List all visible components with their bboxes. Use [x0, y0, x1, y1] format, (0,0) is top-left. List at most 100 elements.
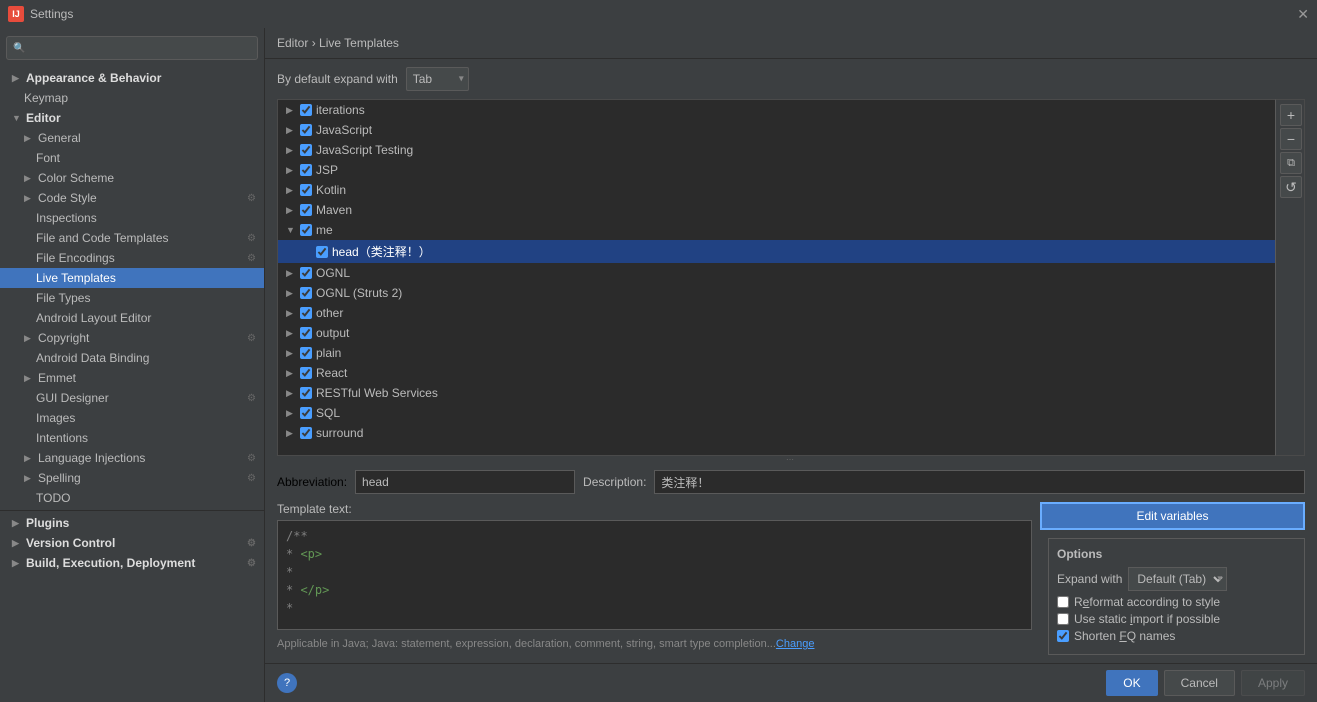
template-text-label: Template text: — [277, 502, 1032, 516]
chevron-right-icon: ▶ — [286, 308, 296, 319]
list-item[interactable]: ▶ RESTful Web Services — [278, 383, 1275, 403]
applicable-change-link[interactable]: Change — [776, 638, 815, 650]
code-line: * <p> — [286, 545, 1023, 563]
chevron-right-icon: ▶ — [24, 173, 34, 184]
template-checkbox[interactable] — [300, 427, 312, 439]
chevron-right-icon: ▶ — [286, 428, 296, 439]
list-item[interactable]: ▶ output — [278, 323, 1275, 343]
apply-button[interactable]: Apply — [1241, 670, 1305, 696]
sidebar-item-images[interactable]: Images — [0, 408, 264, 428]
reformat-checkbox[interactable] — [1057, 596, 1069, 608]
list-item[interactable]: ▼ me — [278, 220, 1275, 240]
sidebar-item-android-data[interactable]: Android Data Binding — [0, 348, 264, 368]
static-import-checkbox[interactable] — [1057, 613, 1069, 625]
cancel-button[interactable]: Cancel — [1164, 670, 1235, 696]
reformat-label[interactable]: Reformat according to style — [1074, 595, 1220, 609]
template-checkbox[interactable] — [300, 407, 312, 419]
chevron-right-icon: ▶ — [12, 518, 22, 529]
edit-variables-button[interactable]: Edit variables — [1040, 502, 1305, 530]
sidebar-item-spelling[interactable]: ▶ Spelling ⚙ — [0, 468, 264, 488]
template-checkbox[interactable] — [300, 267, 312, 279]
sidebar-item-file-code-templates[interactable]: File and Code Templates ⚙ — [0, 228, 264, 248]
sidebar-item-appearance[interactable]: ▶ Appearance & Behavior — [0, 68, 264, 88]
template-checkbox[interactable] — [300, 367, 312, 379]
list-item[interactable]: ▶ React — [278, 363, 1275, 383]
sidebar-item-version-control[interactable]: ▶ Version Control ⚙ — [0, 533, 264, 553]
shorten-checkbox[interactable] — [1057, 630, 1069, 642]
list-item[interactable]: ▶ OGNL — [278, 263, 1275, 283]
template-label: head（类注释！） — [332, 243, 431, 260]
close-icon[interactable]: ✕ — [1297, 6, 1309, 23]
sidebar-item-keymap[interactable]: Keymap — [0, 88, 264, 108]
abbrev-input[interactable]: head — [355, 470, 575, 494]
sidebar-item-file-encodings[interactable]: File Encodings ⚙ — [0, 248, 264, 268]
template-code-area[interactable]: /** * <p> * * </p> * — [277, 520, 1032, 630]
template-checkbox[interactable] — [300, 387, 312, 399]
search-box[interactable]: 🔍 — [6, 36, 258, 60]
list-item[interactable]: ▶ plain — [278, 343, 1275, 363]
template-checkbox[interactable] — [300, 347, 312, 359]
static-import-label[interactable]: Use static import if possible — [1074, 612, 1220, 626]
sidebar-item-color-scheme[interactable]: ▶ Color Scheme — [0, 168, 264, 188]
sidebar-item-plugins[interactable]: ▶ Plugins — [0, 513, 264, 533]
template-label: other — [316, 306, 343, 320]
template-label: plain — [316, 346, 341, 360]
template-checkbox[interactable] — [300, 104, 312, 116]
sidebar-item-code-style[interactable]: ▶ Code Style ⚙ — [0, 188, 264, 208]
list-item[interactable]: ▶ Kotlin — [278, 180, 1275, 200]
sidebar-item-gui-designer[interactable]: GUI Designer ⚙ — [0, 388, 264, 408]
sidebar-item-live-templates[interactable]: Live Templates — [0, 268, 264, 288]
templates-list[interactable]: ▶ iterations ▶ JavaScript ▶ JavaScr — [277, 99, 1275, 456]
sidebar-item-editor[interactable]: ▼ Editor — [0, 108, 264, 128]
expand-select-wrapper[interactable]: Tab Space Enter — [406, 67, 469, 91]
template-checkbox[interactable] — [300, 287, 312, 299]
expand-with-select[interactable]: Default (Tab) Tab Space Enter — [1128, 567, 1227, 591]
sidebar-item-font[interactable]: Font — [0, 148, 264, 168]
template-label: OGNL (Struts 2) — [316, 286, 402, 300]
desc-input[interactable]: 类注释！ — [654, 470, 1305, 494]
remove-button[interactable]: − — [1280, 128, 1302, 150]
template-checkbox[interactable] — [300, 184, 312, 196]
template-checkbox[interactable] — [300, 164, 312, 176]
template-checkbox[interactable] — [300, 124, 312, 136]
template-checkbox[interactable] — [300, 204, 312, 216]
list-item[interactable]: ▶ iterations — [278, 100, 1275, 120]
sidebar-item-language-injections[interactable]: ▶ Language Injections ⚙ — [0, 448, 264, 468]
sidebar-item-inspections[interactable]: Inspections — [0, 208, 264, 228]
shorten-label[interactable]: Shorten FQ names — [1074, 629, 1175, 643]
help-button[interactable]: ? — [277, 673, 297, 693]
bottom-section: Abbreviation: head Description: 类注释！ Tem… — [265, 462, 1317, 663]
expand-select[interactable]: Tab Space Enter — [406, 67, 469, 91]
sidebar-item-copyright[interactable]: ▶ Copyright ⚙ — [0, 328, 264, 348]
list-item[interactable]: ▶ Maven — [278, 200, 1275, 220]
list-item[interactable]: ▶ OGNL (Struts 2) — [278, 283, 1275, 303]
sidebar-item-label: Inspections — [36, 211, 97, 225]
template-label: SQL — [316, 406, 340, 420]
list-item[interactable]: ▶ other — [278, 303, 1275, 323]
list-item[interactable]: ▶ SQL — [278, 403, 1275, 423]
template-label: JavaScript Testing — [316, 143, 413, 157]
reset-button[interactable]: ↺ — [1280, 176, 1302, 198]
template-checkbox[interactable] — [316, 246, 328, 258]
list-item[interactable]: ▶ JavaScript Testing — [278, 140, 1275, 160]
template-checkbox[interactable] — [300, 224, 312, 236]
chevron-right-icon: ▶ — [12, 558, 22, 569]
sidebar-item-build[interactable]: ▶ Build, Execution, Deployment ⚙ — [0, 553, 264, 573]
list-item[interactable]: head（类注释！） — [278, 240, 1275, 263]
sidebar-item-android-layout[interactable]: Android Layout Editor — [0, 308, 264, 328]
sidebar-item-general[interactable]: ▶ General — [0, 128, 264, 148]
sidebar-item-intentions[interactable]: Intentions — [0, 428, 264, 448]
template-checkbox[interactable] — [300, 307, 312, 319]
list-item[interactable]: ▶ surround — [278, 423, 1275, 443]
template-checkbox[interactable] — [300, 144, 312, 156]
sidebar-item-todo[interactable]: TODO — [0, 488, 264, 508]
sidebar-item-emmet[interactable]: ▶ Emmet — [0, 368, 264, 388]
ok-button[interactable]: OK — [1106, 670, 1157, 696]
expand-with-select-wrapper[interactable]: Default (Tab) Tab Space Enter — [1128, 567, 1227, 591]
copy-button[interactable]: ⧉ — [1280, 152, 1302, 174]
template-checkbox[interactable] — [300, 327, 312, 339]
list-item[interactable]: ▶ JavaScript — [278, 120, 1275, 140]
add-button[interactable]: + — [1280, 104, 1302, 126]
list-item[interactable]: ▶ JSP — [278, 160, 1275, 180]
sidebar-item-file-types[interactable]: File Types — [0, 288, 264, 308]
